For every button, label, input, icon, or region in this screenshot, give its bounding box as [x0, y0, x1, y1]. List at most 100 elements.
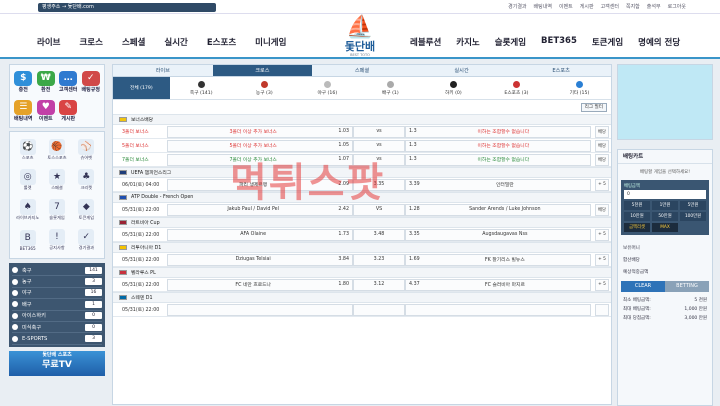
sport-count-row[interactable]: E-SPORTS 3	[12, 333, 102, 345]
nav-item[interactable]: 미니게임	[255, 36, 286, 48]
nav-item[interactable]: 크로스	[79, 36, 102, 48]
more-cell[interactable]: 배당	[595, 139, 609, 152]
draw-cell[interactable]: vs	[353, 125, 405, 138]
home-cell[interactable]: 5폴더 이상 추가 보너스 1.05	[167, 139, 353, 152]
game-menu-item[interactable]: ⚽ 스포츠	[13, 135, 42, 164]
top-link[interactable]: 게시판	[580, 3, 594, 11]
sport-tab[interactable]: 야구 (16)	[296, 77, 359, 99]
top-link[interactable]: 로그아웃	[668, 3, 686, 11]
sport-tab[interactable]: 전체 (179)	[113, 77, 170, 99]
amount-key[interactable]: 10만원	[624, 212, 650, 221]
quick-item[interactable]: ✎ 게시판	[57, 96, 80, 125]
more-cell[interactable]: + 5	[595, 178, 609, 191]
away-cell[interactable]: 3.35 Augsdaugavas Nss	[405, 228, 591, 241]
more-cell[interactable]: 배당	[595, 203, 609, 216]
game-menu-item[interactable]: B BET365	[13, 226, 42, 255]
sport-tab[interactable]: 하키 (0)	[422, 77, 485, 99]
game-menu-item[interactable]: 7 슬롯게임	[42, 196, 71, 225]
site-logo[interactable]: ⛵ 돛단배 BEST TOTO	[325, 15, 395, 57]
sport-count-row[interactable]: 농구 3	[12, 276, 102, 288]
top-link[interactable]: 고객센터	[601, 3, 619, 11]
nav-item[interactable]: 실시간	[164, 36, 187, 48]
home-cell[interactable]: 7폴더 이상 추가 보너스 1.07	[167, 153, 353, 166]
game-menu-item[interactable]: ! 공지사항	[42, 226, 71, 255]
tab-3[interactable]: 실시간	[411, 65, 512, 76]
draw-cell[interactable]: 3.12	[353, 278, 405, 291]
sport-tab[interactable]: E스포츠 (3)	[485, 77, 548, 99]
away-cell[interactable]: 1.3 이하는 조합할수 없습니다	[405, 139, 591, 152]
draw-cell[interactable]: VS	[353, 203, 405, 216]
amount-key[interactable]: 5천원	[624, 201, 650, 210]
game-menu-item[interactable]: ⚾ 슈어벳	[72, 135, 101, 164]
tab-4[interactable]: E스포츠	[511, 65, 611, 76]
away-cell[interactable]: 1.28 Sander Arends / Luke Johnson	[405, 203, 591, 216]
ad-banner[interactable]	[617, 64, 713, 140]
nav-item[interactable]: 카지노	[456, 36, 479, 48]
quick-item[interactable]: ₩ 환전	[35, 67, 58, 96]
away-cell[interactable]: 1.3 이하는 조합할수 없습니다	[405, 125, 591, 138]
quick-item[interactable]: $ 충전	[12, 67, 35, 96]
away-cell[interactable]: 4.37 FC 슬러비아 마지르	[405, 278, 591, 291]
top-link[interactable]: 쪽지함	[626, 3, 640, 11]
amount-key[interactable]: 1만원	[652, 201, 678, 210]
away-cell[interactable]: 1.69 FK 잘기리스 빌뉴스	[405, 253, 591, 266]
top-link[interactable]: 이벤트	[559, 3, 573, 11]
tab-2[interactable]: 스페셜	[312, 65, 412, 76]
quick-item[interactable]: … 고객센터	[57, 67, 80, 96]
more-cell[interactable]	[595, 303, 609, 316]
home-cell[interactable]: 3폴더 이상 추가 보너스 1.03	[167, 125, 353, 138]
away-cell[interactable]: 3.39 인터밀란	[405, 178, 591, 191]
game-menu-item[interactable]: ★ 스페셜	[42, 165, 71, 194]
nav-item[interactable]: 레블루션	[410, 36, 441, 48]
draw-cell[interactable]: vs	[353, 139, 405, 152]
away-cell[interactable]	[405, 303, 591, 316]
sport-count-row[interactable]: 배구 1	[12, 299, 102, 311]
tab-0[interactable]: 라이브	[113, 65, 213, 76]
betting-button[interactable]: BETTING	[665, 281, 709, 292]
league-filter-button[interactable]: 리그 필터	[580, 103, 607, 112]
home-cell[interactable]	[167, 303, 353, 316]
sport-tab[interactable]: 기타 (15)	[548, 77, 611, 99]
quick-item[interactable]: ☰ 배팅내역	[12, 96, 35, 125]
sport-tab[interactable]: 농구 (3)	[233, 77, 296, 99]
nav-item[interactable]: 라이브	[37, 36, 60, 48]
nav-item[interactable]: 스페셜	[122, 36, 145, 48]
home-cell[interactable]: 파리 생제르맹 2.09	[167, 178, 353, 191]
quick-item[interactable]: ✓ 배팅규정	[80, 67, 103, 96]
amount-key[interactable]: 100만원	[680, 212, 706, 221]
free-tv-banner[interactable]: 돛단배 스포츠 무료TV	[9, 350, 105, 376]
clear-button[interactable]: CLEAR	[621, 281, 665, 292]
draw-cell[interactable]: 3.48	[353, 228, 405, 241]
amount-key[interactable]: 50만원	[652, 212, 678, 221]
more-cell[interactable]: + 5	[595, 278, 609, 291]
tab-1[interactable]: 크로스	[212, 65, 313, 76]
draw-cell[interactable]: 3.23	[353, 253, 405, 266]
home-cell[interactable]: Dziugas Telsiai 3.84	[167, 253, 353, 266]
sport-tab[interactable]: 축구 (141)	[170, 77, 233, 99]
game-menu-item[interactable]: ◆ 토큰게임	[72, 196, 101, 225]
amount-input[interactable]: 0	[624, 190, 706, 199]
nav-item[interactable]: BET365	[541, 36, 577, 48]
game-menu-item[interactable]: ♠ 라이브카지노	[13, 196, 42, 225]
more-cell[interactable]: + 5	[595, 228, 609, 241]
sport-count-row[interactable]: 축구 141	[12, 265, 102, 277]
reset-button[interactable]: 금액리셋	[624, 223, 650, 232]
quick-item[interactable]: ♥ 이벤트	[35, 96, 58, 125]
draw-cell[interactable]	[353, 303, 405, 316]
sport-count-row[interactable]: 야구 16	[12, 288, 102, 300]
home-cell[interactable]: Jakub Paul / David Pel 2.42	[167, 203, 353, 216]
draw-cell[interactable]: vs	[353, 153, 405, 166]
game-menu-item[interactable]: 🏀 토스스포츠	[42, 135, 71, 164]
away-cell[interactable]: 1.3 이하는 조합할수 없습니다	[405, 153, 591, 166]
game-menu-item[interactable]: ◎ 룰렛	[13, 165, 42, 194]
nav-item[interactable]: E스포츠	[207, 36, 236, 48]
home-cell[interactable]: AFA Olaine 1.73	[167, 228, 353, 241]
more-cell[interactable]: 배당	[595, 125, 609, 138]
nav-item[interactable]: 명예의 전당	[638, 36, 680, 48]
nav-item[interactable]: 토큰게임	[592, 36, 623, 48]
top-link[interactable]: 출석부	[647, 3, 661, 11]
more-cell[interactable]: 배당	[595, 153, 609, 166]
top-link[interactable]: 경기결과	[508, 3, 526, 11]
sport-count-row[interactable]: 미식축구 0	[12, 322, 102, 334]
more-cell[interactable]: + 5	[595, 253, 609, 266]
